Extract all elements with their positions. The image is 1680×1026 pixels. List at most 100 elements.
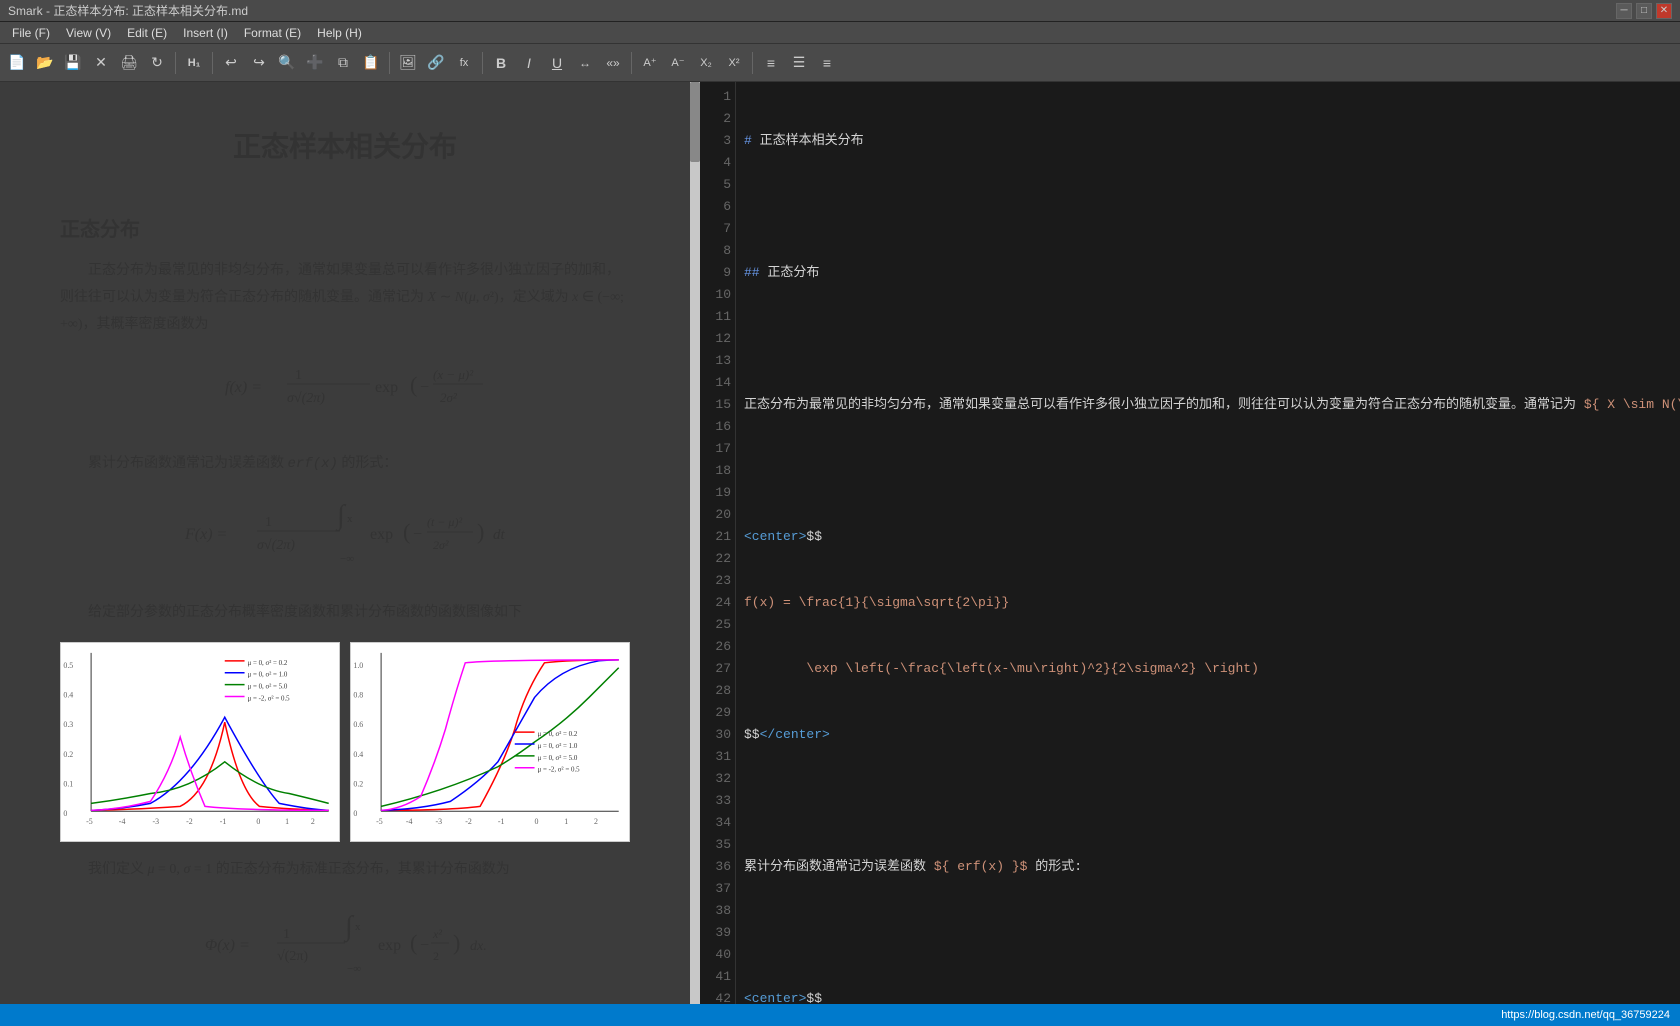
tb-open[interactable]: 📂 bbox=[32, 50, 58, 76]
tb-redo[interactable]: ↪ bbox=[246, 50, 272, 76]
menu-help[interactable]: Help (H) bbox=[309, 24, 370, 42]
close-button[interactable]: ✕ bbox=[1656, 3, 1672, 19]
tb-refresh[interactable]: ↻ bbox=[144, 50, 170, 76]
tb-align-right[interactable]: ≡ bbox=[814, 50, 840, 76]
tb-link[interactable]: 🔗 bbox=[423, 50, 449, 76]
ln-35: 35 bbox=[708, 834, 731, 856]
svg-text:μ = 0, σ² = 1.0: μ = 0, σ² = 1.0 bbox=[248, 672, 288, 679]
ln-26: 26 bbox=[708, 636, 731, 658]
svg-text:exp: exp bbox=[375, 379, 398, 396]
svg-text:1: 1 bbox=[283, 927, 290, 942]
svg-text:2: 2 bbox=[594, 817, 598, 826]
ln-25: 25 bbox=[708, 614, 731, 636]
tb-image[interactable]: 🖼 bbox=[395, 50, 421, 76]
svg-text:σ√(2π): σ√(2π) bbox=[287, 391, 325, 406]
ln-3: 3 bbox=[708, 130, 731, 152]
tb-save[interactable]: 💾 bbox=[60, 50, 86, 76]
ln-39: 39 bbox=[708, 922, 731, 944]
svg-text:0.2: 0.2 bbox=[353, 780, 363, 789]
preview-title: 正态样本相关分布 bbox=[60, 122, 630, 172]
tb-fontsize-down[interactable]: A⁻ bbox=[665, 50, 691, 76]
code-editor[interactable]: # 正态样本相关分布 ## 正态分布 正态分布为最常见的非均匀分布，通常如果变量… bbox=[736, 82, 1680, 1004]
svg-text:F(x) =: F(x) = bbox=[184, 526, 227, 543]
svg-text:exp: exp bbox=[378, 937, 401, 954]
svg-text:(: ( bbox=[410, 930, 417, 955]
svg-text:-3: -3 bbox=[436, 817, 443, 826]
menu-view[interactable]: View (V) bbox=[58, 24, 119, 42]
menu-insert[interactable]: Insert (I) bbox=[175, 24, 236, 42]
menu-file[interactable]: File (F) bbox=[4, 24, 58, 42]
ln-30: 30 bbox=[708, 724, 731, 746]
tb-undo[interactable]: ↩ bbox=[218, 50, 244, 76]
tb-close[interactable]: ✕ bbox=[88, 50, 114, 76]
tb-add[interactable]: ➕ bbox=[302, 50, 328, 76]
preview-scrollbar[interactable] bbox=[690, 82, 700, 1004]
titlebar-text: Smark - 正态样本分布: 正态样本相关分布.md bbox=[8, 2, 248, 19]
chart-area: 0 0.1 0.2 0.3 0.4 0.5 -5 -4 -3 -2 -1 bbox=[60, 642, 630, 842]
svg-text:μ = -2, σ² = 0.5: μ = -2, σ² = 0.5 bbox=[248, 695, 291, 702]
tb-new[interactable]: 📄 bbox=[4, 50, 30, 76]
formula-pdf: f(x) = 1 σ√(2π) exp ( − (x − μ)² 2σ² ) bbox=[60, 354, 630, 435]
tb-fontsize-up[interactable]: A⁺ bbox=[637, 50, 663, 76]
tb-subscript[interactable]: X₂ bbox=[693, 50, 719, 76]
tb-search[interactable]: 🔍 bbox=[274, 50, 300, 76]
svg-text:-2: -2 bbox=[465, 817, 472, 826]
ln-22: 22 bbox=[708, 548, 731, 570]
tb-underline[interactable]: U bbox=[544, 50, 570, 76]
code-line-13 bbox=[744, 922, 1672, 944]
svg-text:−: − bbox=[420, 937, 429, 954]
svg-text:-4: -4 bbox=[406, 817, 413, 826]
preview-para4: 我们定义 μ = 0, σ = 1 的正态分布为标准正态分布，其累计分布函数为 bbox=[60, 857, 630, 884]
minimize-button[interactable]: ─ bbox=[1616, 3, 1632, 19]
preview-scroll[interactable]: 正态样本相关分布 正态分布 正态分布为最常见的非均匀分布，通常如果变量总可以看作… bbox=[0, 82, 690, 1004]
ln-9: 9 bbox=[708, 262, 731, 284]
svg-text:f(x) =: f(x) = bbox=[225, 379, 262, 396]
svg-text:μ = 0, σ² = 1.0: μ = 0, σ² = 1.0 bbox=[538, 743, 578, 750]
svg-text:2: 2 bbox=[433, 949, 439, 963]
formula-cdf-svg: F(x) = 1 σ√(2π) x −∞ ∫ exp ( − (t − μ)² … bbox=[175, 494, 515, 574]
scrollbar-thumb[interactable] bbox=[690, 82, 700, 162]
preview-para3: 给定部分参数的正态分布概率密度函数和累计分布函数的函数图像如下 bbox=[60, 600, 630, 627]
main-area: 正态样本相关分布 正态分布 正态分布为最常见的非均匀分布，通常如果变量总可以看作… bbox=[0, 82, 1680, 1004]
menu-format[interactable]: Format (E) bbox=[236, 24, 309, 42]
svg-text:x: x bbox=[355, 921, 361, 933]
svg-text:-4: -4 bbox=[119, 817, 126, 826]
ln-2: 2 bbox=[708, 108, 731, 130]
svg-text:√(2π): √(2π) bbox=[277, 949, 308, 964]
svg-text:-3: -3 bbox=[152, 817, 159, 826]
code-line-2 bbox=[744, 196, 1672, 218]
tb-strikethrough[interactable]: ↔ bbox=[572, 50, 598, 76]
preview-panel: 正态样本相关分布 正态分布 正态分布为最常见的非均匀分布，通常如果变量总可以看作… bbox=[0, 82, 700, 1004]
ln-21: 21 bbox=[708, 526, 731, 548]
maximize-button[interactable]: □ bbox=[1636, 3, 1652, 19]
menu-edit[interactable]: Edit (E) bbox=[119, 24, 175, 42]
tb-h1[interactable]: H₁ bbox=[181, 50, 207, 76]
ln-17: 17 bbox=[708, 438, 731, 460]
ln-4: 4 bbox=[708, 152, 731, 174]
ln-7: 7 bbox=[708, 218, 731, 240]
tb-copy[interactable]: ⧉ bbox=[330, 50, 356, 76]
svg-text:0.5: 0.5 bbox=[63, 661, 73, 670]
tb-bold[interactable]: B bbox=[488, 50, 514, 76]
cdf-chart: 0 0.2 0.4 0.6 0.8 1.0 -5 -4 -3 -2 -1 bbox=[350, 642, 630, 842]
tb-print[interactable]: 🖨 bbox=[116, 50, 142, 76]
tb-italic[interactable]: I bbox=[516, 50, 542, 76]
svg-text:1: 1 bbox=[265, 515, 272, 530]
code-line-4 bbox=[744, 328, 1672, 350]
tb-align-left[interactable]: ≡ bbox=[758, 50, 784, 76]
tb-quotes[interactable]: «» bbox=[600, 50, 626, 76]
svg-text:0: 0 bbox=[63, 809, 67, 818]
editor-panel[interactable]: 1 2 3 4 5 6 7 8 9 10 11 12 13 14 15 16 1… bbox=[700, 82, 1680, 1004]
formula-pdf-svg: f(x) = 1 σ√(2π) exp ( − (x − μ)² 2σ² ) bbox=[205, 354, 485, 424]
tb-paste[interactable]: 📋 bbox=[358, 50, 384, 76]
svg-text:μ = 0, σ² = 0.2: μ = 0, σ² = 0.2 bbox=[248, 660, 288, 667]
svg-text:0.4: 0.4 bbox=[353, 750, 363, 759]
statusbar: https://blog.csdn.net/qq_36759224 bbox=[0, 1004, 1680, 1026]
code-line-9: \exp \left(-\frac{\left(x-\mu\right)^2}{… bbox=[744, 658, 1672, 680]
tb-align-center[interactable]: ☰ bbox=[786, 50, 812, 76]
code-line-3: ## 正态分布 bbox=[744, 262, 1672, 284]
code-line-5: 正态分布为最常见的非均匀分布，通常如果变量总可以看作许多很小独立因子的加和，则往… bbox=[744, 394, 1672, 416]
tb-superscript[interactable]: X² bbox=[721, 50, 747, 76]
svg-text:-2: -2 bbox=[186, 817, 193, 826]
tb-formula[interactable]: fx bbox=[451, 50, 477, 76]
